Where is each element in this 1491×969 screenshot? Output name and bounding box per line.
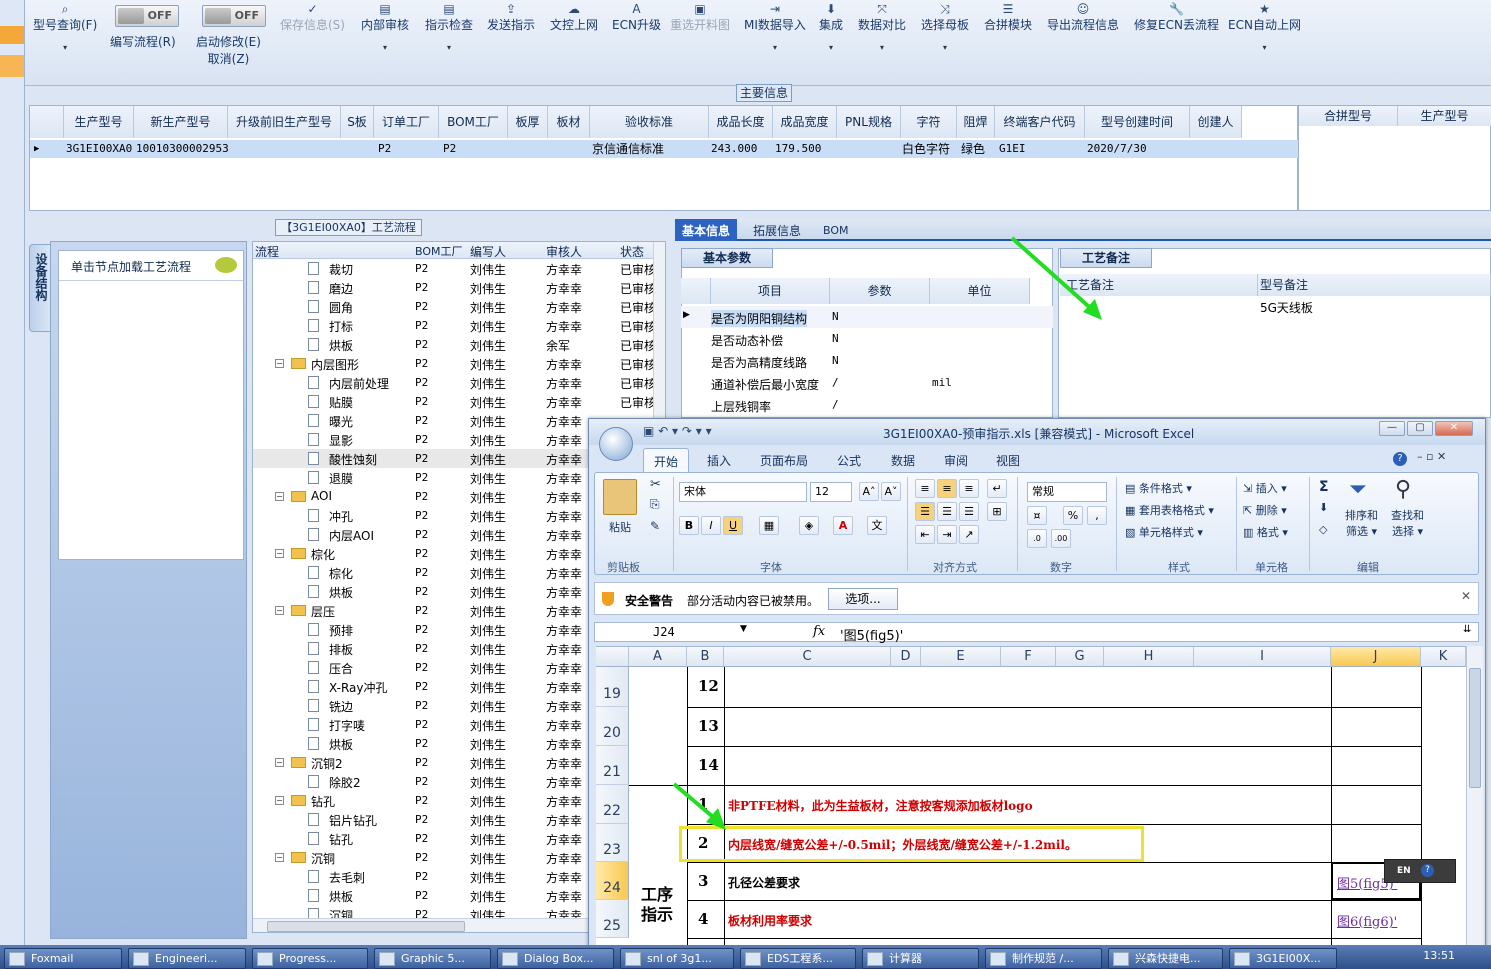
- taskbar-label: Graphic 5...: [401, 952, 465, 965]
- taskbar-label: 兴森快捷电...: [1135, 952, 1201, 965]
- app-icon: [9, 952, 25, 966]
- taskbar-button[interactable]: Graphic 5...: [374, 948, 491, 969]
- taskbar-label: 制作规范 /...: [1012, 952, 1074, 965]
- app-icon: [502, 952, 518, 966]
- taskbar-label: Progress...: [279, 952, 337, 965]
- taskbar-button[interactable]: EDS工程系...: [740, 948, 856, 969]
- taskbar-button[interactable]: 兴森快捷电...: [1108, 948, 1223, 969]
- annotation-arrows-2: [672, 782, 726, 830]
- taskbar-label: Dialog Box...: [524, 952, 594, 965]
- app-icon: [990, 952, 1006, 966]
- taskbar-label: Engineeri...: [155, 952, 218, 965]
- clock: 13:51: [1423, 949, 1455, 962]
- taskbar-button[interactable]: snl of 3g1...: [620, 948, 734, 969]
- taskbar-button[interactable]: Foxmail: [4, 948, 122, 969]
- taskbar-button[interactable]: Progress...: [252, 948, 368, 969]
- app-icon: [867, 952, 883, 966]
- app-icon: [1113, 952, 1129, 966]
- taskbar-label: 3G1EI00X...: [1256, 952, 1321, 965]
- app-icon: [133, 952, 149, 966]
- taskbar-label: 计算器: [889, 952, 922, 965]
- taskbar-button[interactable]: 3G1EI00X...: [1229, 948, 1337, 969]
- taskbar-button[interactable]: Dialog Box...: [497, 948, 614, 969]
- taskbar-label: snl of 3g1...: [647, 952, 712, 965]
- app-icon: [1234, 952, 1250, 966]
- taskbar-button[interactable]: 制作规范 /...: [985, 948, 1102, 969]
- taskbar: Foxmail Engineeri... Progress... Graphic 5.…: [0, 945, 1491, 969]
- app-icon: [379, 952, 395, 966]
- taskbar-label: EDS工程系...: [767, 952, 833, 965]
- app-icon: [745, 952, 761, 966]
- taskbar-button[interactable]: Engineeri...: [128, 948, 246, 969]
- taskbar-button[interactable]: 计算器: [862, 948, 979, 969]
- app-icon: [257, 952, 273, 966]
- taskbar-label: Foxmail: [31, 952, 74, 965]
- app-icon: [625, 952, 641, 966]
